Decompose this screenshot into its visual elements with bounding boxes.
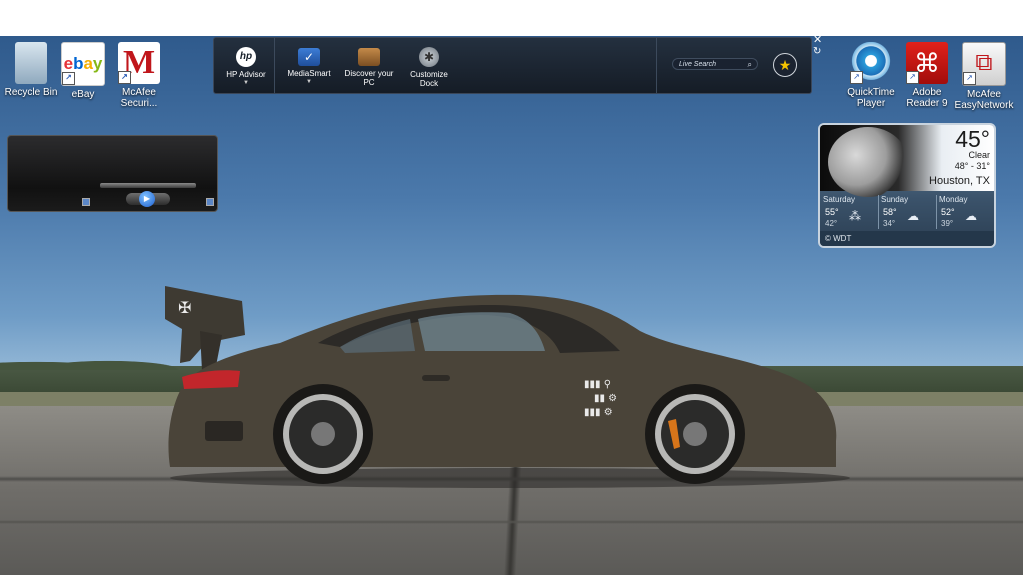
high-low-temperature: 48° - 31°: [954, 161, 990, 171]
svg-text:▮▮ ⚙: ▮▮ ⚙: [594, 393, 617, 404]
desktop-icon-label: QuickTime Player: [847, 87, 895, 109]
mediasmart-icon: ✓: [298, 48, 320, 66]
weather-provider[interactable]: © WDT: [820, 231, 994, 246]
customize-dock-icon: ✱: [419, 47, 439, 67]
forecast-divider: [936, 195, 937, 229]
discover-pc-icon: [358, 48, 380, 66]
live-search-input[interactable]: Live Search ⌕: [672, 58, 758, 70]
dock-item-hp-advisor[interactable]: hp HP Advisor ▼: [220, 38, 272, 93]
forecast-low: 34°: [883, 219, 896, 228]
mcafee-easynetwork-icon: ⧉ ↗: [962, 42, 1006, 86]
dock-divider: [274, 38, 275, 93]
desktop-icon-ebay[interactable]: ebay ↗ eBay: [52, 38, 114, 100]
dock-item-mediasmart[interactable]: ✓ MediaSmart ▼: [284, 38, 334, 93]
top-strip: [0, 0, 1023, 36]
desktop-icon-label: eBay: [71, 89, 95, 100]
current-temperature: 45°: [955, 126, 990, 152]
forecast-day-name: Monday: [939, 195, 968, 204]
shortcut-arrow-icon: ↗: [62, 72, 75, 85]
forecast-day-name: Saturday: [823, 195, 856, 204]
search-placeholder: Live Search: [679, 61, 716, 68]
refresh-icon[interactable]: ↻: [813, 47, 821, 57]
current-condition: Clear: [968, 150, 990, 160]
desktop-icon-adobe-reader[interactable]: ⌘ ↗ Adobe Reader 9: [896, 38, 958, 109]
forecast-high: 58°: [883, 207, 897, 217]
desktop-wallpaper: ▮▮▮ ⚲ ▮▮ ⚙ ▮▮▮ ⚙ ✠: [0, 36, 1023, 575]
forecast-low: 42°: [825, 219, 838, 228]
mcafee-icon: M ↗: [118, 42, 160, 84]
close-icon[interactable]: ✕: [813, 35, 822, 46]
dock-item-discover-your-pc[interactable]: Discover your PC: [338, 38, 400, 93]
tarmac-joint: [0, 520, 1023, 524]
favorites-star-icon[interactable]: ★: [773, 53, 797, 77]
car-wallpaper-image: ▮▮▮ ⚲ ▮▮ ⚙ ▮▮▮ ⚙ ✠: [165, 286, 850, 488]
play-icon[interactable]: ▶: [139, 191, 155, 207]
ebay-icon: ebay ↗: [61, 42, 105, 86]
desktop-icon-quicktime[interactable]: ↗ QuickTime Player: [840, 38, 902, 109]
svg-text:▮▮▮ ⚙: ▮▮▮ ⚙: [584, 407, 613, 418]
svg-text:✠: ✠: [178, 298, 191, 317]
chevron-down-icon[interactable]: ▼: [220, 79, 272, 87]
cloud-icon: ☁: [965, 209, 977, 223]
forecast-day: Saturday 55° 42° ⁂: [823, 195, 879, 231]
dock-item-label: MediaSmart: [287, 69, 331, 78]
adobe-reader-icon: ⌘ ↗: [906, 42, 948, 84]
dock-item-customize-dock[interactable]: ✱ Customize Dock: [400, 38, 458, 93]
forecast-high: 55°: [825, 207, 839, 217]
recycle-bin-icon: [15, 42, 47, 84]
chevron-down-icon[interactable]: ▼: [284, 78, 334, 86]
cloud-icon: ☁: [907, 209, 919, 223]
weather-gadget[interactable]: 45° Clear 48° - 31° Houston, TX Saturday…: [818, 123, 996, 248]
desktop-icon-mcafee-security[interactable]: M ↗ McAfee Securi...: [108, 38, 170, 109]
shortcut-arrow-icon: ↗: [118, 71, 131, 84]
desktop-icon-label: McAfee EasyNetwork: [954, 89, 1014, 111]
forecast-day: Sunday 58° 34° ☁: [881, 195, 937, 231]
resize-icon[interactable]: [206, 198, 214, 206]
forecast-day-name: Sunday: [881, 195, 909, 204]
desktop-icon-label: Adobe Reader 9: [906, 87, 948, 109]
moon-icon: [828, 127, 908, 197]
shortcut-arrow-icon: ↗: [850, 71, 863, 84]
dock-divider: [656, 38, 657, 93]
seek-bar[interactable]: [100, 183, 196, 188]
search-icon[interactable]: ⌕: [748, 59, 752, 71]
dock-item-label: HP Advisor: [226, 70, 266, 79]
media-player-gadget[interactable]: ▶: [7, 135, 218, 212]
shortcut-arrow-icon: ↗: [906, 71, 919, 84]
dock-item-label: Discover your PC: [344, 69, 394, 87]
quicktime-icon: ↗: [850, 42, 892, 84]
playlist-icon[interactable]: [82, 198, 90, 206]
forecast-low: 39°: [941, 219, 954, 228]
rain-icon: ⁂: [849, 209, 861, 223]
desktop-icon-mcafee-easynetwork[interactable]: ⧉ ↗ McAfee EasyNetwork: [953, 38, 1015, 111]
forecast-day: Monday 52° 39° ☁: [939, 195, 994, 231]
forecast-divider: [878, 195, 879, 229]
forecast-high: 52°: [941, 207, 955, 217]
hp-logo-icon: hp: [236, 47, 256, 67]
dock-item-label: Customize Dock: [410, 70, 448, 88]
weather-city: Houston, TX: [929, 175, 990, 187]
shortcut-arrow-icon: ↗: [963, 72, 976, 85]
svg-text:▮▮▮ ⚲: ▮▮▮ ⚲: [584, 379, 611, 390]
desktop-icon-label: McAfee Securi...: [120, 87, 158, 109]
